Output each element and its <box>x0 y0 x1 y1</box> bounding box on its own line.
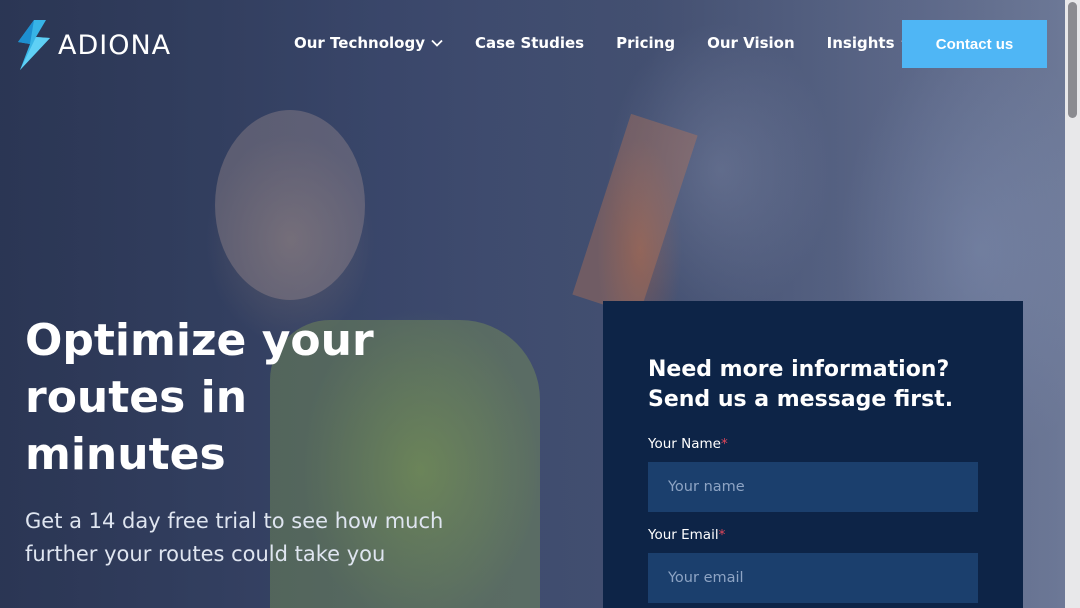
lightning-bolt-logo-icon <box>18 20 50 70</box>
email-label-text: Your Email <box>648 527 719 543</box>
nav-item-label: Pricing <box>616 34 676 52</box>
form-heading: Need more information? Send us a message… <box>648 357 954 412</box>
required-asterisk: * <box>718 527 726 543</box>
email-field-label: Your Email* <box>648 527 725 543</box>
vertical-scrollbar[interactable] <box>1065 0 1080 608</box>
nav-item-pricing[interactable]: Pricing <box>616 34 675 52</box>
contact-us-button[interactable]: Contact us <box>902 20 1047 68</box>
nav-item-label: Our Technology <box>294 34 425 52</box>
chevron-down-icon <box>431 39 443 47</box>
nav-item-label: Insights <box>826 34 895 52</box>
required-asterisk: * <box>720 436 728 452</box>
nav-item-case-studies[interactable]: Case Studies <box>475 34 584 52</box>
main-nav: Our Technology Case Studies Pricing Our … <box>294 34 945 52</box>
nav-item-our-vision[interactable]: Our Vision <box>707 34 795 52</box>
contact-form-panel: Need more information? Send us a message… <box>603 301 1023 608</box>
email-input[interactable] <box>648 553 978 603</box>
nav-item-our-technology[interactable]: Our Technology <box>294 34 443 52</box>
hero-title: Optimize your routes in minutes <box>25 315 374 480</box>
name-label-text: Your Name <box>648 436 721 452</box>
scrollbar-thumb[interactable] <box>1068 2 1077 118</box>
nav-item-label: Our Vision <box>707 34 795 52</box>
name-input[interactable] <box>648 462 978 512</box>
site-header: ADIONA Our Technology Case Studies Prici… <box>0 0 1065 90</box>
name-field-label: Your Name* <box>648 436 728 452</box>
hero-photo-person <box>215 110 365 300</box>
logo-link[interactable]: ADIONA <box>16 20 171 70</box>
hero-subtitle: Get a 14 day free trial to see how much … <box>25 509 444 566</box>
logo-wordmark: ADIONA <box>58 29 172 61</box>
page: ADIONA Our Technology Case Studies Prici… <box>0 0 1080 608</box>
nav-item-label: Case Studies <box>474 34 585 52</box>
nav-item-insights[interactable]: Insights <box>827 34 913 52</box>
